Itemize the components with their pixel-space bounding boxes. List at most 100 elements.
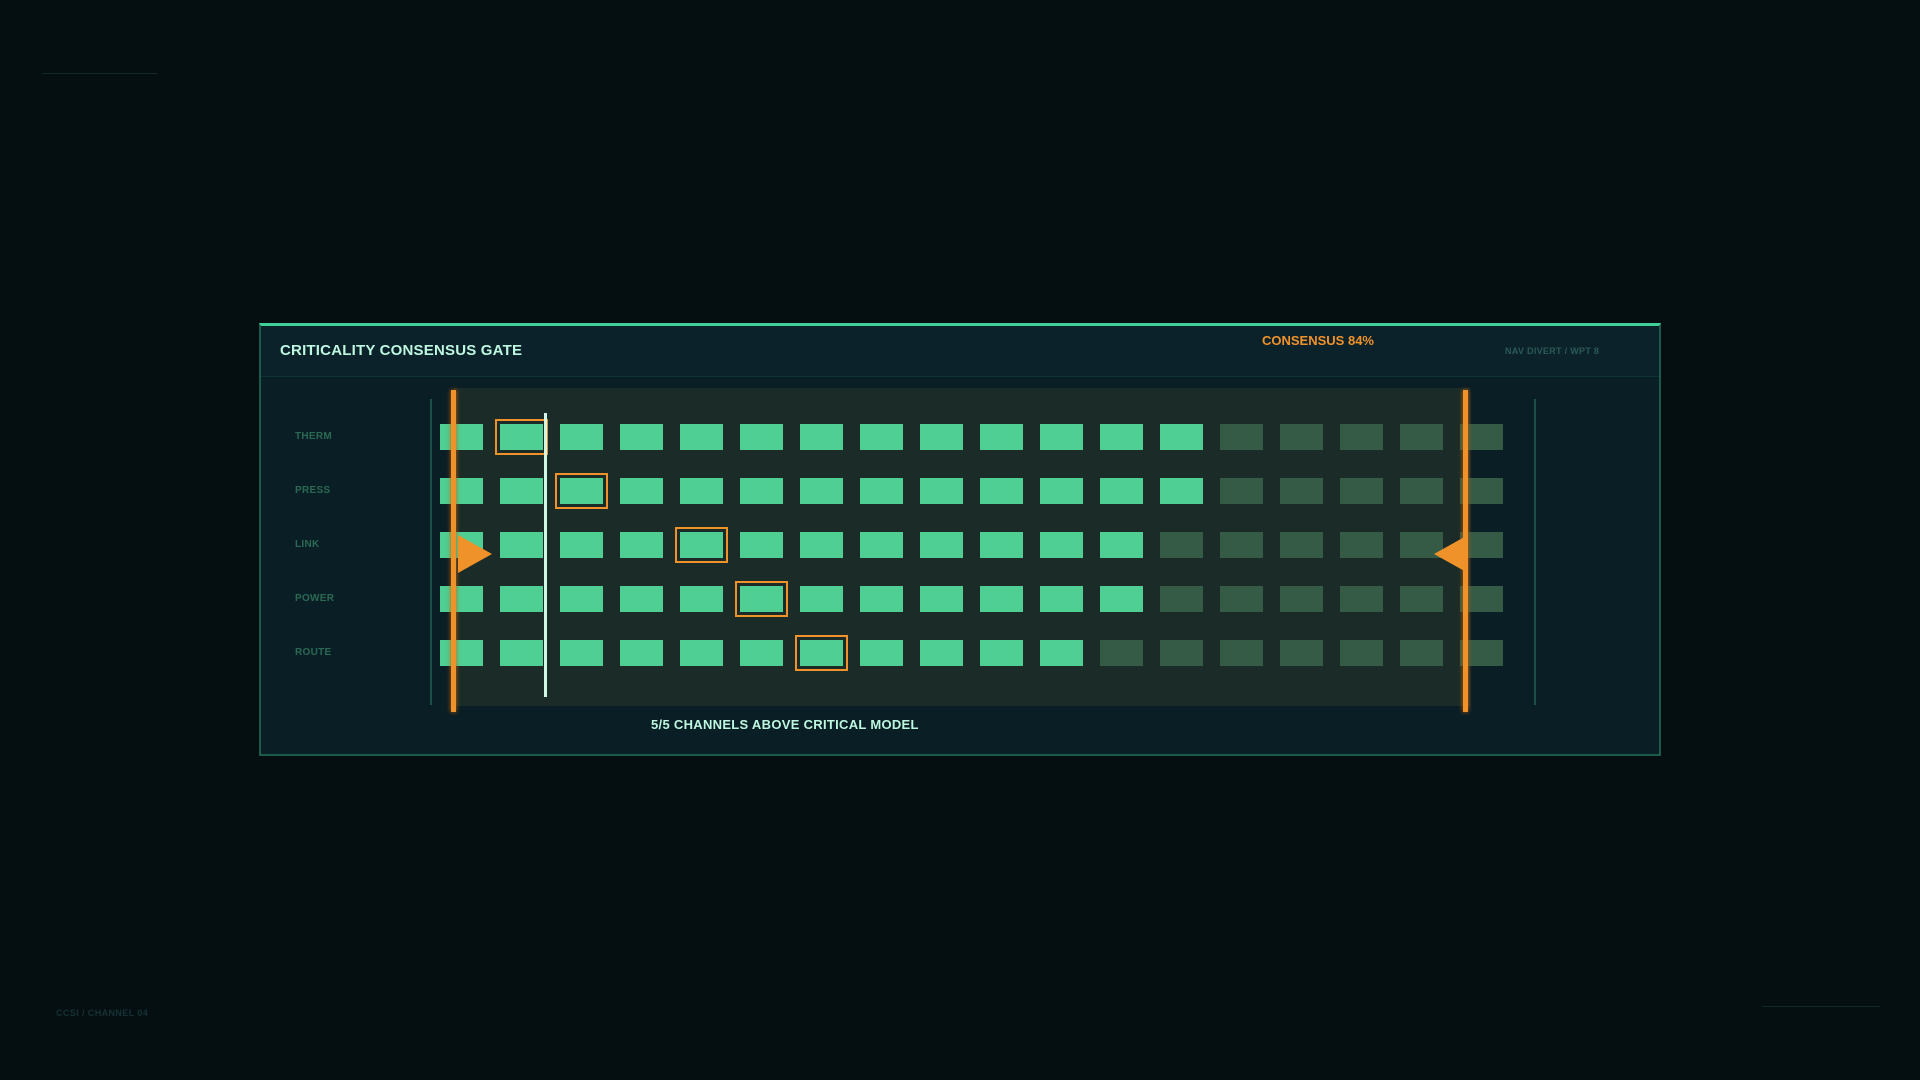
nav-divert-label: NAV DIVERT / WPT 8 <box>1505 346 1600 356</box>
channel-cell[interactable] <box>920 424 963 450</box>
channel-cell[interactable] <box>1400 478 1443 504</box>
channel-cell[interactable] <box>560 424 603 450</box>
channel-cell[interactable] <box>800 532 843 558</box>
decorative-line <box>1762 1006 1880 1007</box>
channel-cell[interactable] <box>500 478 543 504</box>
channel-cell[interactable] <box>1160 424 1203 450</box>
channel-cell[interactable] <box>1340 478 1383 504</box>
channel-label: THERM <box>295 431 333 442</box>
channel-cell[interactable] <box>560 532 603 558</box>
channel-cell[interactable] <box>1160 640 1203 666</box>
channel-cell[interactable] <box>560 640 603 666</box>
channel-cell[interactable] <box>1040 478 1083 504</box>
channel-cell[interactable] <box>620 424 663 450</box>
channel-cell[interactable] <box>800 424 843 450</box>
consensus-gate-panel: CRITICALITY CONSENSUS GATE CONSENSUS 84%… <box>259 323 1661 756</box>
channel-cell[interactable] <box>620 478 663 504</box>
channel-cell[interactable] <box>1280 586 1323 612</box>
channel-cell[interactable] <box>1220 586 1263 612</box>
channel-cell[interactable] <box>740 478 783 504</box>
channel-cell-highlighted[interactable] <box>675 527 728 563</box>
grid-left-border <box>430 399 432 705</box>
channel-cell[interactable] <box>440 478 483 504</box>
footer-code: CCSI / CHANNEL 04 <box>56 1008 149 1018</box>
channel-cell[interactable] <box>980 532 1023 558</box>
channel-cell[interactable] <box>680 478 723 504</box>
channel-cell[interactable] <box>860 586 903 612</box>
channel-cell[interactable] <box>860 478 903 504</box>
channel-cell[interactable] <box>1340 424 1383 450</box>
channel-cell[interactable] <box>1280 640 1323 666</box>
channel-label: PRESS <box>295 485 331 496</box>
channel-cell[interactable] <box>740 532 783 558</box>
channel-cell[interactable] <box>1100 586 1143 612</box>
gate-left-marker[interactable] <box>451 390 456 712</box>
channel-cell[interactable] <box>500 586 543 612</box>
channel-cell[interactable] <box>680 424 723 450</box>
channel-cell[interactable] <box>1160 478 1203 504</box>
channel-cell[interactable] <box>1100 532 1143 558</box>
channel-cell[interactable] <box>920 532 963 558</box>
channel-cell[interactable] <box>1340 532 1383 558</box>
channel-cell[interactable] <box>980 586 1023 612</box>
channel-cell[interactable] <box>860 532 903 558</box>
channel-cell[interactable] <box>1400 640 1443 666</box>
channel-cell[interactable] <box>1340 586 1383 612</box>
channel-cell[interactable] <box>440 586 483 612</box>
channel-cell[interactable] <box>1220 424 1263 450</box>
channel-cell[interactable] <box>1040 586 1083 612</box>
consensus-readout: CONSENSUS 84% <box>1262 333 1374 348</box>
channel-cell[interactable] <box>980 424 1023 450</box>
channel-cell-highlighted[interactable] <box>735 581 788 617</box>
channel-cell[interactable] <box>1280 532 1323 558</box>
channel-cell[interactable] <box>680 586 723 612</box>
channel-cell-highlighted[interactable] <box>555 473 608 509</box>
panel-title: CRITICALITY CONSENSUS GATE <box>280 342 523 359</box>
channel-cell[interactable] <box>1220 478 1263 504</box>
channel-cell[interactable] <box>1400 424 1443 450</box>
channel-cell[interactable] <box>1280 424 1323 450</box>
channel-cell-highlighted[interactable] <box>795 635 848 671</box>
sweep-cursor[interactable] <box>544 413 547 697</box>
channel-status-text: 5/5 CHANNELS ABOVE CRITICAL MODEL <box>651 717 919 732</box>
channel-cell[interactable] <box>800 478 843 504</box>
channel-cell[interactable] <box>980 640 1023 666</box>
panel-header: CRITICALITY CONSENSUS GATE CONSENSUS 84%… <box>261 326 1659 377</box>
channel-cell-highlighted[interactable] <box>495 419 548 455</box>
channel-cell[interactable] <box>740 424 783 450</box>
channel-cell[interactable] <box>500 532 543 558</box>
channel-cell[interactable] <box>1040 640 1083 666</box>
channel-cell[interactable] <box>560 586 603 612</box>
channel-cell[interactable] <box>1100 478 1143 504</box>
channel-cell[interactable] <box>800 586 843 612</box>
channel-cell[interactable] <box>440 424 483 450</box>
channel-label: ROUTE <box>295 647 332 658</box>
gate-left-arrow-icon[interactable] <box>458 535 492 573</box>
channel-cell[interactable] <box>1040 532 1083 558</box>
channel-cell[interactable] <box>1280 478 1323 504</box>
channel-cell[interactable] <box>860 424 903 450</box>
channel-cell[interactable] <box>920 640 963 666</box>
channel-cell[interactable] <box>620 532 663 558</box>
channel-cell[interactable] <box>1100 424 1143 450</box>
channel-cell[interactable] <box>860 640 903 666</box>
channel-cell[interactable] <box>920 586 963 612</box>
channel-cell[interactable] <box>500 640 543 666</box>
channel-cell[interactable] <box>680 640 723 666</box>
channel-cell[interactable] <box>980 478 1023 504</box>
channel-cell[interactable] <box>620 586 663 612</box>
channel-cell[interactable] <box>1160 532 1203 558</box>
channel-cell[interactable] <box>620 640 663 666</box>
channel-cell[interactable] <box>1400 586 1443 612</box>
grid-right-border <box>1534 399 1536 705</box>
channel-cell[interactable] <box>440 640 483 666</box>
channel-cell[interactable] <box>1220 640 1263 666</box>
channel-cell[interactable] <box>740 640 783 666</box>
channel-cell[interactable] <box>1160 586 1203 612</box>
channel-cell[interactable] <box>920 478 963 504</box>
channel-cell[interactable] <box>1340 640 1383 666</box>
gate-right-arrow-icon[interactable] <box>1434 535 1468 573</box>
channel-cell[interactable] <box>1100 640 1143 666</box>
channel-cell[interactable] <box>1040 424 1083 450</box>
channel-cell[interactable] <box>1220 532 1263 558</box>
